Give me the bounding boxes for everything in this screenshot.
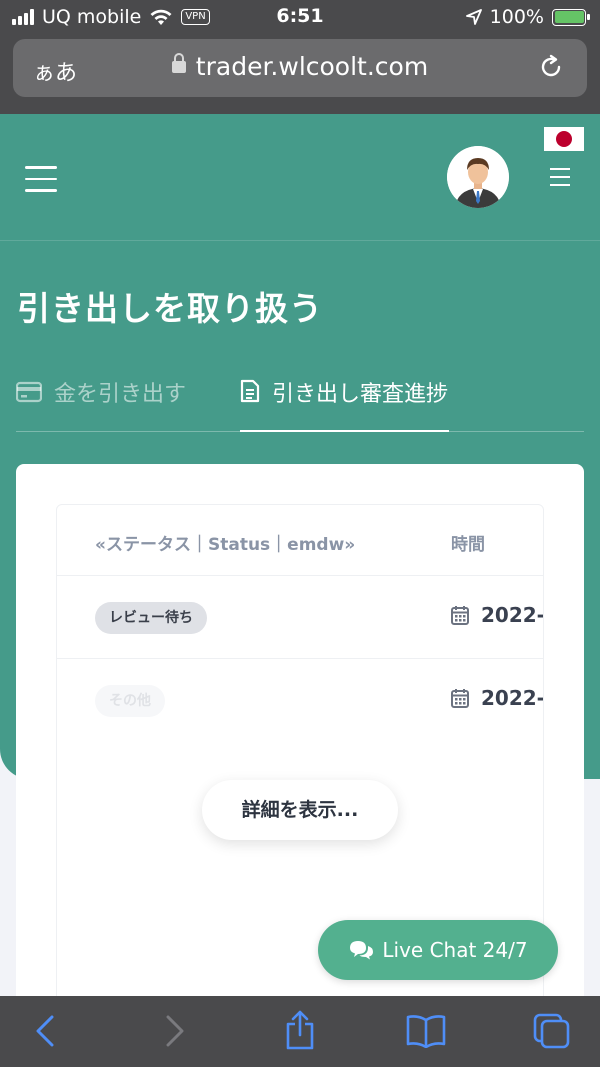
avatar[interactable]: [447, 146, 509, 208]
share-icon[interactable]: [284, 1010, 316, 1050]
browser-toolbar: [0, 996, 600, 1067]
row-time: 2022-(: [451, 686, 543, 710]
location-arrow-icon: [465, 9, 482, 25]
credit-card-icon: [16, 381, 42, 403]
url-display[interactable]: trader.wlcoolt.com: [13, 52, 587, 81]
reload-icon[interactable]: [537, 53, 565, 81]
tab-bar: 金を引き出す 引き出し審査進捗: [16, 376, 584, 432]
document-icon: [240, 379, 260, 403]
table-row: レビュー待ち 2022-(: [57, 576, 543, 659]
lock-icon: [171, 53, 186, 73]
withdrawal-card: «ステータス｜Status｜emdw» 時間 レビュー待ち 2022-(: [16, 464, 584, 996]
header-divider: [0, 240, 600, 241]
status-badge: レビュー待ち: [95, 602, 207, 634]
live-chat-label: Live Chat 24/7: [382, 938, 528, 962]
tab-withdraw[interactable]: 金を引き出す: [16, 376, 186, 432]
address-bar[interactable]: ぁあ trader.wlcoolt.com: [13, 39, 587, 97]
tab-withdraw-progress-label: 引き出し審査進捗: [272, 382, 449, 407]
web-page: 引き出しを取り扱う 金を引き出す 引き出し審査進捗 «ステータス｜Status｜…: [0, 114, 600, 996]
row-time-text: 2022-(: [481, 603, 543, 627]
row-time-text: 2022-(: [481, 686, 543, 710]
hamburger-menu-icon[interactable]: [25, 166, 57, 201]
calendar-icon: [451, 606, 469, 625]
status-badge: その他: [95, 685, 165, 717]
japan-flag-icon[interactable]: [544, 127, 584, 151]
chat-bubbles-icon: [350, 941, 374, 960]
table-header: «ステータス｜Status｜emdw» 時間: [57, 505, 543, 576]
live-chat-button[interactable]: Live Chat 24/7: [318, 920, 558, 980]
battery-icon: [552, 8, 590, 26]
status-bar: UQ mobile VPN 6:51 100%: [0, 0, 600, 34]
row-time: 2022-(: [451, 603, 543, 627]
forward-icon[interactable]: [160, 1014, 188, 1048]
tab-withdraw-label: 金を引き出す: [54, 382, 187, 407]
browser-chrome: UQ mobile VPN 6:51 100% ぁあ trader.wlcool…: [0, 0, 600, 114]
url-text: trader.wlcoolt.com: [195, 52, 429, 81]
user-avatar-icon: [447, 146, 509, 208]
column-header-time[interactable]: 時間: [451, 530, 485, 555]
battery-percent: 100%: [489, 6, 544, 28]
column-header-status[interactable]: «ステータス｜Status｜emdw»: [95, 530, 355, 555]
secondary-menu-icon[interactable]: [550, 168, 570, 192]
tab-withdraw-progress[interactable]: 引き出し審査進捗: [240, 376, 449, 432]
back-icon[interactable]: [32, 1014, 60, 1048]
page-title: 引き出しを取り扱う: [17, 289, 323, 328]
calendar-icon: [451, 689, 469, 708]
show-more-button[interactable]: 詳細を表示...: [202, 780, 398, 840]
bookmarks-icon[interactable]: [405, 1014, 447, 1048]
table-row: その他 2022-(: [57, 659, 543, 742]
tabs-icon[interactable]: [532, 1012, 572, 1050]
